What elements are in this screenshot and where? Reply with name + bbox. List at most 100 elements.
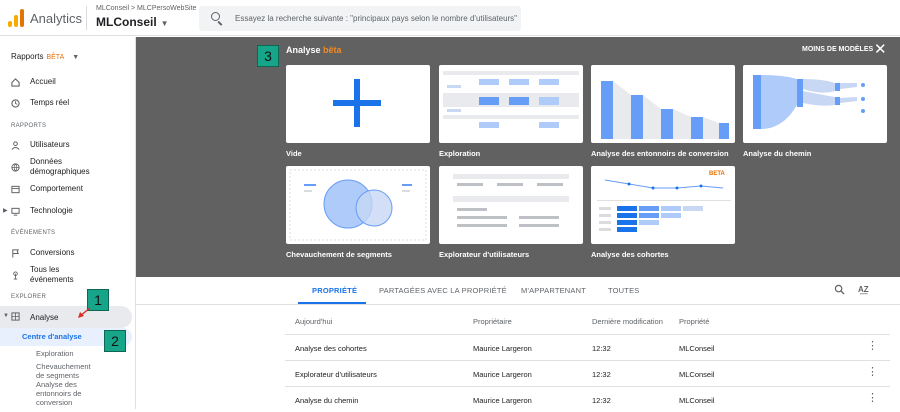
sidebar-item-label: Temps réel xyxy=(30,98,70,107)
gallery-title: Analyse bêta xyxy=(286,45,342,55)
gallery-title-text: Analyse xyxy=(286,45,321,55)
kebab-menu-icon[interactable]: ⋮ xyxy=(867,393,878,404)
sidebar: Rapports BÊTA ▼ Accueil Temps réel RAPPORT… xyxy=(0,37,136,409)
table-row[interactable]: Analyse des cohortes Maurice Largeron 12… xyxy=(285,334,890,360)
analytics-logo-icon[interactable] xyxy=(8,9,24,27)
kebab-menu-icon[interactable]: ⋮ xyxy=(867,341,878,352)
table-cell: Maurice Largeron xyxy=(473,396,532,405)
sidebar-item-chevauchement-1[interactable]: Chevauchement xyxy=(36,362,91,371)
table-cell: MLConseil xyxy=(679,344,715,353)
sidebar-item-label: Analyse xyxy=(30,313,59,322)
beta-badge: BETA xyxy=(709,171,725,177)
chevron-down-icon: ▼ xyxy=(160,19,169,28)
divider xyxy=(86,6,87,30)
table-row[interactable]: Analyse du chemin Maurice Largeron 12:32… xyxy=(285,386,890,412)
table-cell: Maurice Largeron xyxy=(473,344,532,353)
template-label-entonnoirs: Analyse des entonnoirs de conversion xyxy=(591,149,729,158)
flag-icon xyxy=(12,249,20,258)
clock-icon xyxy=(11,99,20,108)
sidebar-item-donnees-demographiques[interactable]: Données démographiques xyxy=(0,157,136,179)
table-cell: MLConseil xyxy=(679,370,715,379)
app-title: Analytics xyxy=(30,11,83,26)
reports-label: Rapports xyxy=(11,52,44,61)
sidebar-item-label: Données xyxy=(30,157,63,166)
sort-az-icon[interactable]: A͟Z xyxy=(858,285,869,294)
sidebar-item-utilisateurs[interactable]: Utilisateurs xyxy=(0,140,136,152)
template-card-vide[interactable] xyxy=(286,65,430,143)
sidebar-item-label: démographiques xyxy=(30,167,90,176)
sidebar-item-label: Centre d'analyse xyxy=(22,332,82,341)
template-label-chevauchement: Chevauchement de segments xyxy=(286,250,392,259)
analysis-icon xyxy=(11,312,20,321)
search-icon[interactable] xyxy=(834,284,845,295)
tab-propriete[interactable]: PROPRIÉTÉ xyxy=(312,286,357,295)
template-card-explorateur[interactable] xyxy=(439,166,583,244)
column-header[interactable]: Propriété xyxy=(679,317,709,326)
column-header[interactable]: Aujourd'hui xyxy=(295,317,332,326)
template-label-explorateur: Explorateur d'utilisateurs xyxy=(439,250,530,259)
red-arrow-icon xyxy=(78,307,91,318)
sidebar-item-analyse[interactable]: ▼ Analyse xyxy=(0,306,132,328)
beta-badge: BÊTA xyxy=(46,54,65,61)
sidebar-item-temps-reel[interactable]: Temps réel xyxy=(0,98,136,110)
search-bar[interactable]: Essayez la recherche suivante : "princip… xyxy=(199,6,521,31)
template-card-chemin[interactable] xyxy=(743,65,887,143)
sidebar-item-label: Technologie xyxy=(30,206,73,215)
sidebar-item-label: Accueil xyxy=(30,77,56,86)
sidebar-item-comportement[interactable]: Comportement xyxy=(0,184,136,196)
path-thumbnail xyxy=(753,75,865,129)
annotation-badge-3: 3 xyxy=(257,45,279,67)
sidebar-item-chevauchement-2[interactable]: de segments xyxy=(36,371,79,380)
template-card-chevauchement[interactable] xyxy=(286,166,430,244)
template-gallery: 3 Analyse bêta MOINS DE MODÈLES ✕ Vide E… xyxy=(136,37,900,277)
template-label-vide: Vide xyxy=(286,149,302,158)
table-cell: MLConseil xyxy=(679,396,715,405)
sidebar-item-entonnoirs-1[interactable]: Analyse des xyxy=(36,380,77,389)
table-cell: 12:32 xyxy=(592,396,611,405)
cohort-thumbnail xyxy=(597,179,731,232)
table-cell: 12:32 xyxy=(592,370,611,379)
account-selector[interactable]: MLConseil ▼ xyxy=(96,15,169,29)
sidebar-item-exploration[interactable]: Exploration xyxy=(36,349,74,358)
breadcrumb[interactable]: MLConseil > MLCPersoWebSite xyxy=(96,5,196,12)
section-heading-explorer: EXPLORER xyxy=(11,294,47,300)
table-row[interactable]: Explorateur d'utilisateurs Maurice Large… xyxy=(285,360,890,386)
tab-bar: PROPRIÉTÉ PARTAGÉES AVEC LA PROPRIÉTÉ M'… xyxy=(136,277,900,305)
template-card-exploration[interactable] xyxy=(439,65,583,143)
plus-icon xyxy=(333,79,381,127)
sidebar-item-tous-evenements[interactable]: Tous les événements xyxy=(0,265,136,287)
table-cell: Maurice Largeron xyxy=(473,370,532,379)
monitor-icon xyxy=(11,207,20,216)
active-tab-indicator xyxy=(298,302,366,304)
user-explorer-thumbnail xyxy=(453,174,569,227)
sidebar-item-technologie[interactable]: ▶ Technologie xyxy=(0,206,136,218)
sidebar-item-label: événements xyxy=(30,275,74,284)
search-input[interactable]: Essayez la recherche suivante : "princip… xyxy=(235,14,517,23)
template-label-cohortes: Analyse des cohortes xyxy=(591,250,669,259)
top-bar: Analytics MLConseil > MLCPersoWebSite ML… xyxy=(0,0,900,36)
template-card-entonnoirs[interactable] xyxy=(591,65,735,143)
tab-toutes[interactable]: TOUTES xyxy=(608,286,639,295)
column-header[interactable]: Dernière modification xyxy=(592,317,663,326)
reports-selector[interactable]: Rapports BÊTA ▼ xyxy=(11,52,79,61)
sidebar-item-entonnoirs-3[interactable]: conversion xyxy=(36,398,72,407)
sidebar-item-conversions[interactable]: Conversions xyxy=(0,248,136,260)
table-cell: Explorateur d'utilisateurs xyxy=(295,370,377,379)
tab-partagees[interactable]: PARTAGÉES AVEC LA PROPRIÉTÉ xyxy=(379,286,507,295)
home-icon xyxy=(11,78,20,87)
sidebar-item-accueil[interactable]: Accueil xyxy=(0,77,136,89)
template-card-cohortes[interactable]: BETA xyxy=(591,166,735,244)
close-icon[interactable]: ✕ xyxy=(874,42,887,57)
layout-icon xyxy=(11,185,20,194)
globe-icon xyxy=(11,163,20,172)
sidebar-item-label: Tous les xyxy=(30,265,60,274)
template-label-chemin: Analyse du chemin xyxy=(743,149,812,158)
template-label-exploration: Exploration xyxy=(439,149,481,158)
search-icon xyxy=(211,12,220,21)
fewer-templates-button[interactable]: MOINS DE MODÈLES xyxy=(802,46,873,53)
kebab-menu-icon[interactable]: ⋮ xyxy=(867,367,878,378)
column-header[interactable]: Propriétaire xyxy=(473,317,512,326)
chevron-down-icon: ▼ xyxy=(3,313,9,319)
tab-m-appartenant[interactable]: M'APPARTENANT xyxy=(521,286,586,295)
sidebar-item-entonnoirs-2[interactable]: entonnoirs de xyxy=(36,389,81,398)
